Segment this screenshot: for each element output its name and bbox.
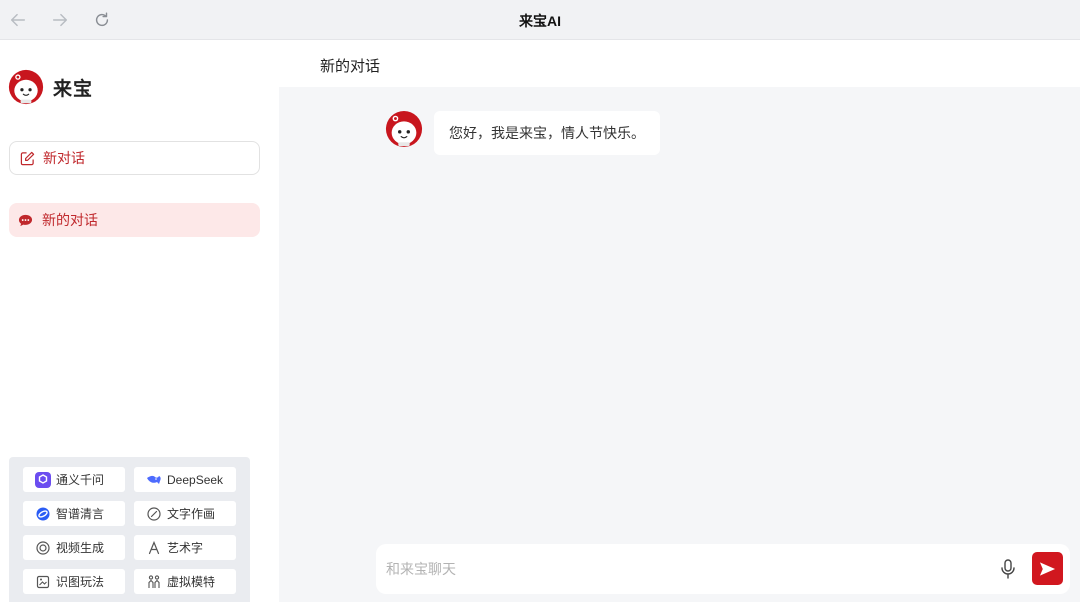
tool-text-to-image[interactable]: 文字作画 <box>134 501 236 526</box>
assistant-message: 您好，我是来宝，情人节快乐。 <box>434 111 660 155</box>
zhipu-logo-icon <box>35 506 51 522</box>
brush-icon <box>146 506 162 522</box>
edit-icon <box>20 151 35 165</box>
tool-label: 文字作画 <box>167 507 216 521</box>
chat-main: 新的对话 您好，我是来宝，情人节快乐。 <box>279 40 1080 602</box>
mascot-avatar <box>8 69 44 105</box>
chat-input-bar <box>376 544 1070 594</box>
tool-label: 艺术字 <box>167 541 204 555</box>
image-scan-icon <box>35 574 51 590</box>
page-title: 新的对话 <box>320 58 381 75</box>
tool-label: 识图玩法 <box>56 575 105 589</box>
font-a-icon <box>146 540 162 556</box>
brand: 来宝 <box>8 69 93 105</box>
conversation-item[interactable]: 新的对话 <box>9 203 260 237</box>
new-chat-label: 新对话 <box>43 150 85 166</box>
tongyi-logo-icon <box>35 471 51 488</box>
tool-label: 通义千问 <box>56 473 105 487</box>
send-icon <box>1039 561 1056 576</box>
tool-label: DeepSeek <box>167 472 224 487</box>
tool-label: 虚拟模特 <box>167 575 216 589</box>
chat-header: 新的对话 <box>279 40 1080 87</box>
video-circle-icon <box>35 540 51 556</box>
tool-zhipu[interactable]: 智谱清言 <box>23 501 125 526</box>
send-button[interactable] <box>1032 552 1063 585</box>
tool-tongyi[interactable]: 通义千问 <box>23 467 125 492</box>
tool-label: 视频生成 <box>56 541 105 555</box>
conversation-label: 新的对话 <box>42 212 98 228</box>
tools-panel: 通义千问 DeepSeek 智谱清言 文字作画 视频生成 艺术字 识图玩法 虚拟… <box>9 457 250 602</box>
sidebar: 来宝 新对话 新的对话 通义千问 DeepSeek 智谱清言 文字作画 视频生成 <box>0 40 279 602</box>
microphone-icon <box>1001 559 1015 579</box>
tool-deepseek[interactable]: DeepSeek <box>134 467 236 492</box>
title-bar: 来宝AI <box>0 0 1080 40</box>
microphone-button[interactable] <box>998 558 1018 580</box>
tool-image-recognition[interactable]: 识图玩法 <box>23 569 125 594</box>
assistant-avatar <box>385 110 423 148</box>
chat-input[interactable] <box>386 557 986 581</box>
chat-bubble-icon <box>18 214 33 226</box>
model-people-icon <box>146 574 162 590</box>
deepseek-whale-icon <box>146 472 162 488</box>
new-chat-button[interactable]: 新对话 <box>9 141 260 175</box>
tool-virtual-model[interactable]: 虚拟模特 <box>134 569 236 594</box>
window-title: 来宝AI <box>519 13 561 29</box>
tool-art-font[interactable]: 艺术字 <box>134 535 236 560</box>
tool-video[interactable]: 视频生成 <box>23 535 125 560</box>
tool-label: 智谱清言 <box>56 507 105 521</box>
brand-name: 来宝 <box>53 78 94 100</box>
